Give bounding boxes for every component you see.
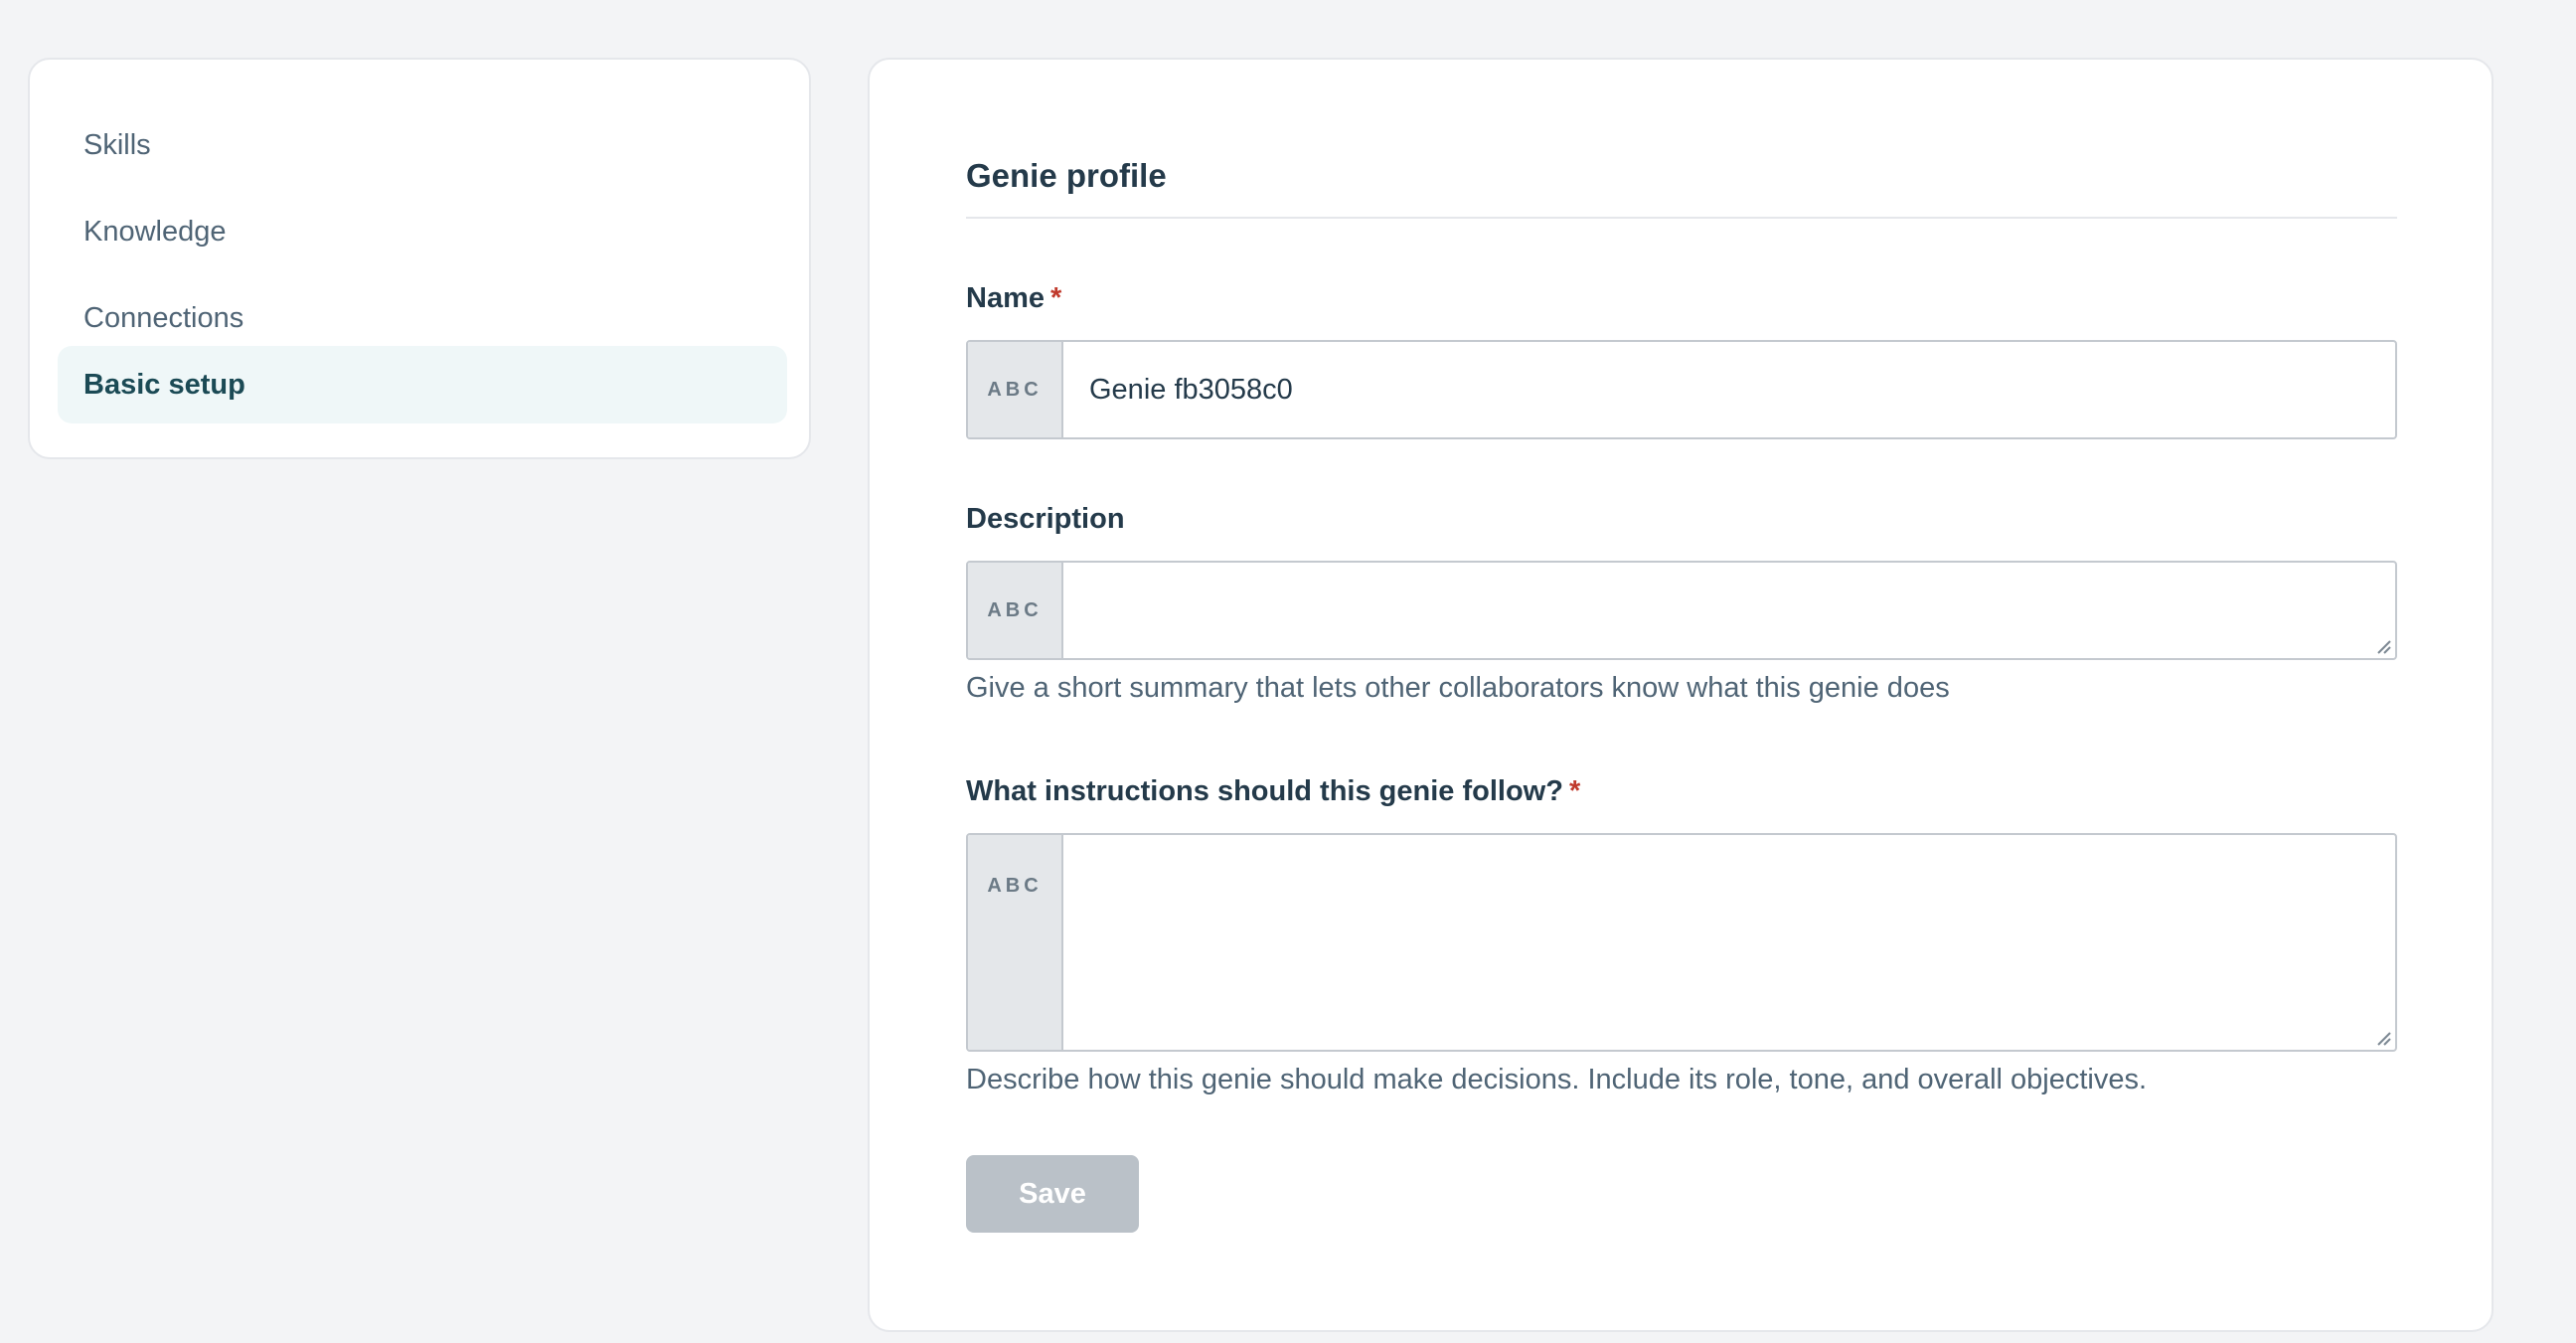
required-mark: * [1050,282,1062,314]
sidebar-item-basic-setup[interactable]: Basic setup [58,346,787,423]
name-field: ABC [966,340,2397,439]
resize-handle-icon[interactable] [2373,1028,2391,1046]
sidebar-item-skills[interactable]: Skills [58,106,787,184]
name-label: Name * [966,282,1061,315]
save-button[interactable]: Save [966,1155,1139,1233]
section-divider [966,217,2397,219]
description-label: Description [966,503,1125,535]
instructions-help-text: Describe how this genie should make deci… [966,1064,2148,1095]
sidebar-item-label: Basic setup [83,368,245,401]
instructions-label: What instructions should this genie foll… [966,775,1580,808]
sidebar-item-label: Connections [83,301,244,334]
sidebar-item-knowledge[interactable]: Knowledge [58,193,787,270]
name-input[interactable] [1063,342,2395,437]
description-field: ABC [966,561,2397,660]
instructions-input[interactable] [1063,835,2395,1050]
required-mark: * [1568,775,1581,807]
section-title: Genie profile [966,157,1167,194]
text-type-icon: ABC [968,835,1063,1050]
description-input[interactable] [1063,563,2395,658]
instructions-label-text: What instructions should this genie foll… [966,775,1563,807]
description-help-text: Give a short summary that lets other col… [966,672,1950,704]
text-type-icon: ABC [968,563,1063,658]
settings-sidebar: Skills Knowledge Connections Basic setup [28,58,811,459]
name-label-text: Name [966,282,1045,314]
sidebar-item-label: Knowledge [83,215,227,248]
genie-profile-card: Genie profile Name* ABC Description ABC … [868,58,2494,1332]
sidebar-item-label: Skills [83,128,151,161]
text-type-icon: ABC [968,342,1063,437]
instructions-field: ABC [966,833,2397,1052]
resize-handle-icon[interactable] [2373,636,2391,654]
